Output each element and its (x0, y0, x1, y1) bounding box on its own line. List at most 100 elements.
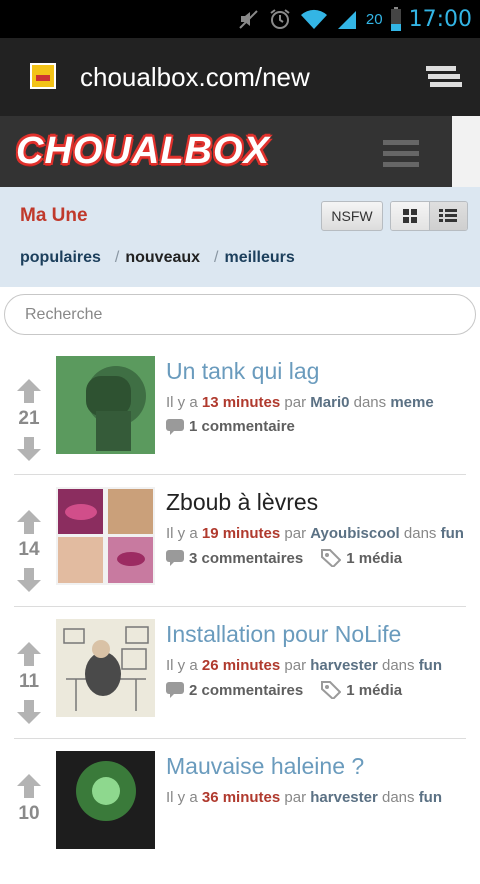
post-thumbnail[interactable] (56, 487, 155, 585)
tab-meilleurs[interactable]: meilleurs (225, 249, 295, 267)
post-in: dans (381, 657, 415, 674)
tab-populaires[interactable]: populaires (20, 249, 101, 267)
post-item: 14 Zboub à lèvres Il y a 19 minutes par … (0, 474, 480, 620)
sort-tabs: populaires / nouveaux / meilleurs (20, 249, 295, 267)
vote-score: 10 (18, 803, 40, 824)
nsfw-toggle-button[interactable]: NSFW (321, 201, 383, 231)
url-field[interactable]: choualbox.com/new (80, 62, 310, 93)
post-time-prefix: Il y a (166, 394, 198, 411)
tag-icon (321, 549, 342, 567)
post-title[interactable]: Zboub à lèvres (166, 489, 318, 516)
comments-link[interactable]: 1 commentaire (189, 418, 295, 435)
tab-separator: / (114, 249, 120, 266)
vote-score: 11 (18, 671, 40, 692)
post-time: 36 minutes (201, 789, 281, 806)
post-thumbnail[interactable] (56, 619, 155, 717)
post-thumbnail[interactable] (56, 356, 155, 454)
post-category-link[interactable]: fun (419, 657, 442, 674)
comments-link[interactable]: 2 commentaires (189, 682, 303, 699)
post-time-prefix: Il y a (166, 789, 198, 806)
upvote-arrow-icon[interactable] (16, 641, 42, 667)
post-item: 10 Mauvaise haleine ? Il y a 36 minutes … (0, 738, 480, 884)
post-time: 13 minutes (201, 394, 281, 411)
tab-nouveaux[interactable]: nouveaux (125, 249, 200, 267)
post-stats: 3 commentaires 1 média (166, 549, 402, 567)
post-title[interactable]: Mauvaise haleine ? (166, 753, 364, 780)
media-count[interactable]: 1 média (346, 682, 402, 699)
post-by: par (284, 525, 307, 542)
site-menu-icon[interactable] (383, 140, 419, 173)
downvote-arrow-icon[interactable] (16, 436, 42, 462)
battery-level: 20 (365, 10, 383, 28)
vote-score: 14 (18, 539, 40, 560)
post-meta: Il y a 26 minutes par harvester dans fun (166, 657, 442, 674)
grid-view-button[interactable] (391, 202, 429, 230)
vote-widget: 21 (14, 370, 44, 462)
tab-separator: / (214, 249, 219, 266)
section-nav: Ma Une NSFW populaires / nouveaux / meil… (0, 187, 480, 287)
post-category-link[interactable]: fun (419, 789, 442, 806)
list-icon (439, 209, 458, 222)
downvote-arrow-icon[interactable] (16, 567, 42, 593)
upvote-arrow-icon[interactable] (16, 773, 42, 799)
vote-widget: 11 (14, 633, 44, 725)
post-by: par (284, 789, 307, 806)
browser-menu-icon[interactable] (426, 64, 462, 97)
post-stats: 2 commentaires 1 média (166, 681, 402, 699)
post-by: par (284, 657, 307, 674)
clock: 17:00 (408, 6, 472, 32)
signal-icon (336, 8, 358, 30)
list-view-button[interactable] (428, 202, 467, 230)
comment-icon (166, 682, 184, 698)
favicon-icon (30, 63, 56, 89)
section-title[interactable]: Ma Une (20, 205, 88, 227)
post-media: 1 média (321, 549, 402, 567)
post-category-link[interactable]: fun (441, 525, 464, 542)
vote-widget: 14 (14, 501, 44, 593)
post-media: 1 média (321, 681, 402, 699)
post-item: 21 Un tank qui lag Il y a 13 minutes par… (0, 356, 480, 489)
post-meta: Il y a 36 minutes par harvester dans fun (166, 789, 442, 806)
post-divider (14, 474, 466, 475)
vote-score: 21 (18, 408, 40, 429)
post-author-link[interactable]: harvester (310, 789, 378, 806)
header-edge (452, 116, 480, 187)
post-time: 26 minutes (201, 657, 281, 674)
comment-icon (166, 418, 184, 435)
mute-icon (238, 8, 260, 30)
site-logo[interactable]: CHOUALBOX (16, 130, 270, 173)
vote-widget: 10 (14, 765, 44, 855)
status-bar: 20 17:00 (0, 0, 480, 38)
post-title[interactable]: Un tank qui lag (166, 358, 319, 385)
post-item: 11 Installation pour NoLife Il y a 26 mi… (0, 606, 480, 752)
post-in: dans (403, 525, 437, 542)
post-thumbnail[interactable] (56, 751, 155, 849)
post-title[interactable]: Installation pour NoLife (166, 621, 401, 648)
post-author-link[interactable]: Ayoubiscool (310, 525, 399, 542)
post-author-link[interactable]: harvester (310, 657, 378, 674)
search-input[interactable] (4, 294, 476, 335)
media-count[interactable]: 1 média (346, 550, 402, 567)
post-author-link[interactable]: Mari0 (310, 394, 349, 411)
post-stats: 1 commentaire (166, 418, 295, 435)
comments-link[interactable]: 3 commentaires (189, 550, 303, 567)
post-meta: Il y a 13 minutes par Mari0 dans meme (166, 394, 434, 411)
post-by: par (284, 394, 307, 411)
downvote-arrow-icon[interactable] (16, 699, 42, 725)
post-time-prefix: Il y a (166, 525, 198, 542)
tag-icon (321, 681, 342, 699)
comment-icon (166, 550, 184, 566)
post-divider (14, 606, 466, 607)
view-toggle (390, 201, 468, 231)
browser-url-bar: choualbox.com/new (0, 38, 480, 116)
post-meta: Il y a 19 minutes par Ayoubiscool dans f… (166, 525, 464, 542)
alarm-icon (268, 7, 292, 31)
post-category-link[interactable]: meme (390, 394, 433, 411)
battery-icon (390, 7, 401, 31)
upvote-arrow-icon[interactable] (16, 509, 42, 535)
post-in: dans (381, 789, 415, 806)
post-divider (14, 738, 466, 739)
post-in: dans (353, 394, 387, 411)
grid-icon (402, 209, 417, 223)
upvote-arrow-icon[interactable] (16, 378, 42, 404)
